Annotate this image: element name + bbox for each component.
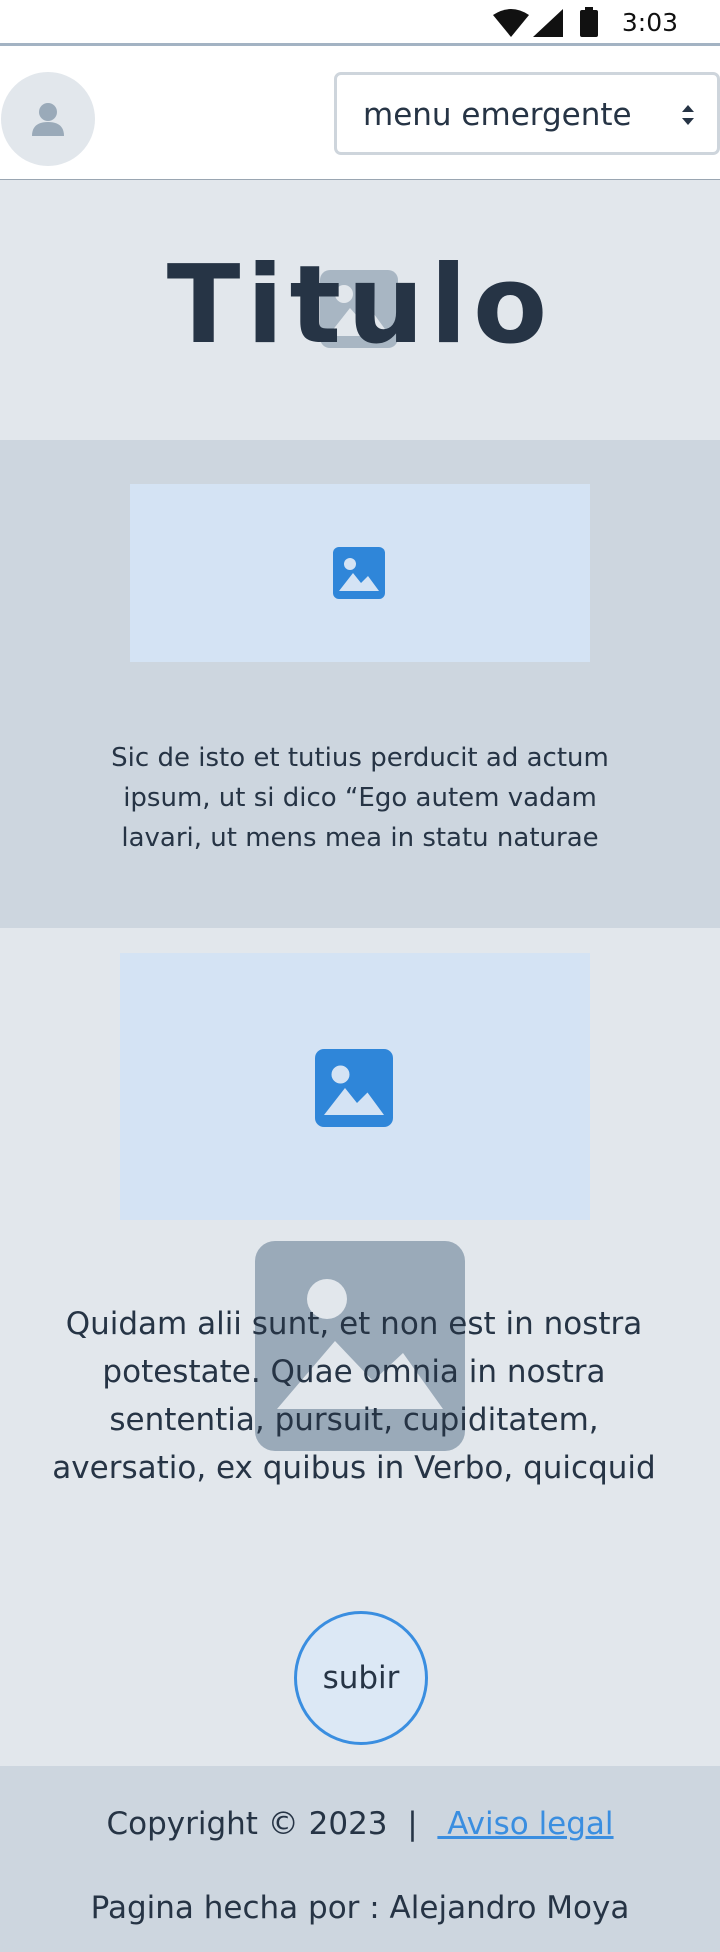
status-time: 3:03 [621,8,678,37]
user-icon [32,103,64,136]
page-title: Titulo [166,243,554,368]
section-1-text: Sic de isto et tutius perducit ad actum … [111,743,609,853]
legal-notice-link[interactable]: Aviso legal [437,1806,613,1842]
image-placeholder [130,484,590,662]
image-icon [333,547,385,599]
footer: Copyright © 2023 | Aviso legal Pagina he… [0,1766,720,1952]
wifi-icon [493,9,529,37]
content-section-1: Sic de isto et tutius perducit ad actum … [0,440,720,928]
scroll-to-top-button[interactable]: subir [294,1611,428,1745]
cellular-signal-icon [533,9,563,37]
status-bar: 3:03 [0,0,720,46]
menu-select-value: menu emergente [363,97,632,133]
section-2-text: Quidam alii sunt, et non est in nostra p… [52,1306,656,1486]
copyright-line: Copyright © 2023 | Aviso legal [0,1806,720,1842]
battery-icon [580,7,598,37]
menu-select[interactable]: menu emergente [334,72,720,155]
image-icon [315,1049,393,1127]
author-credit: Pagina hecha por : Alejandro Moya [90,1890,630,1926]
copyright-text: Copyright © 2023 | [106,1806,438,1842]
content-section-2: Quidam alii sunt, et non est in nostra p… [0,928,720,1766]
chevron-up-down-icon [682,105,694,125]
hero-section: Titulo [0,180,720,440]
avatar[interactable] [1,72,95,166]
header: menu emergente [0,46,720,180]
image-placeholder [120,953,590,1220]
